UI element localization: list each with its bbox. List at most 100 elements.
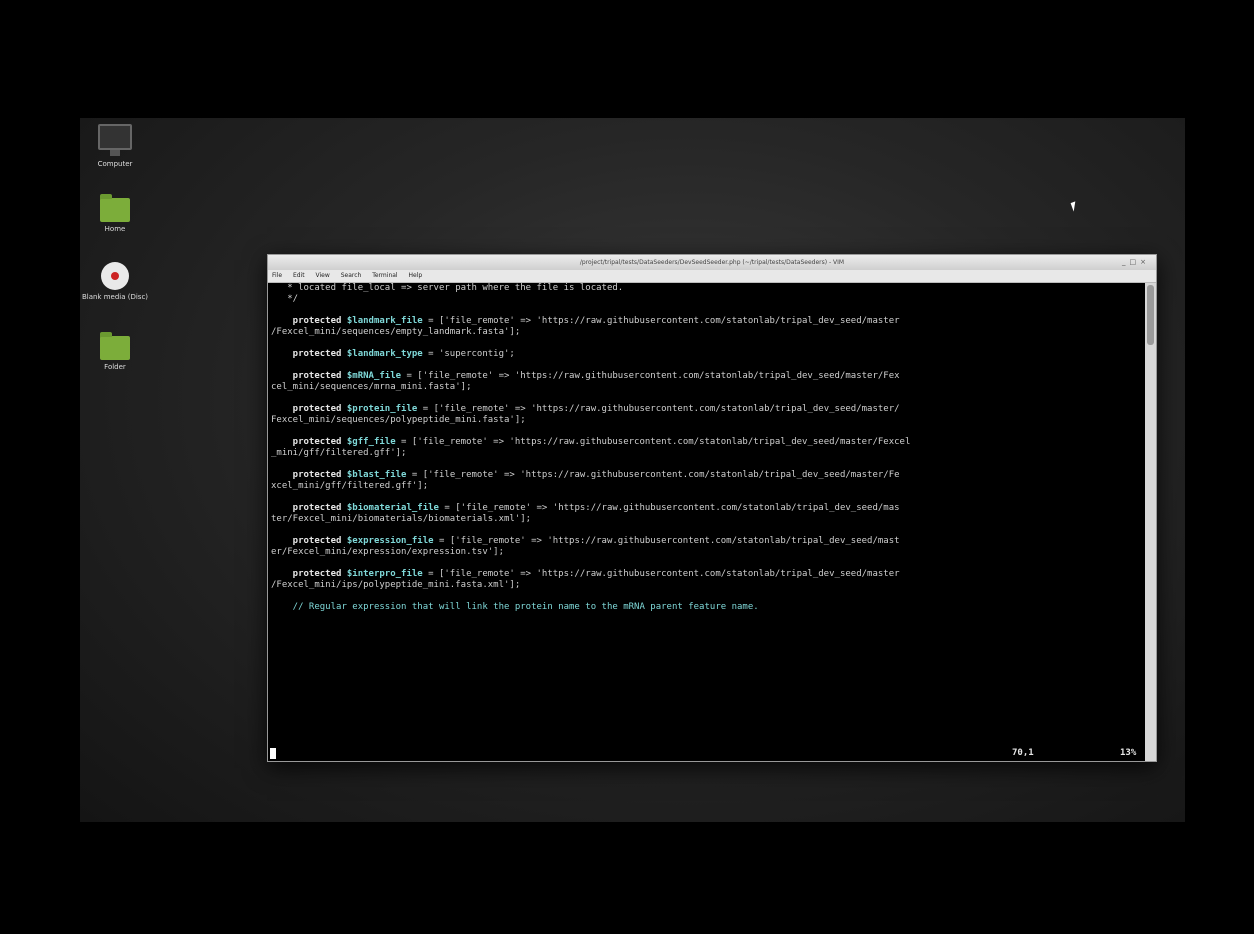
php-value: = ['file_remote' => 'https://raw.githubu… xyxy=(406,470,900,480)
code-comment: // Regular expression that will link the… xyxy=(271,602,759,612)
text-cursor xyxy=(270,748,276,759)
code-text: */ xyxy=(271,294,299,304)
code-text: xcel_mini/gff/filtered.gff']; xyxy=(271,481,429,491)
vim-status-line: 70,1 13% xyxy=(268,748,1144,759)
cursor-position: 70,1 xyxy=(1012,748,1034,758)
php-variable: $landmark_file xyxy=(346,316,423,326)
terminal-line: protected $gff_file = ['file_remote' => … xyxy=(271,437,1147,448)
php-keyword: protected xyxy=(271,437,347,447)
php-value: = ['file_remote' => 'https://raw.githubu… xyxy=(395,437,911,447)
desktop-icon-label: Folder xyxy=(104,363,126,371)
code-text: * located file_local => server path wher… xyxy=(271,283,624,293)
terminal-line: */ xyxy=(271,294,1147,305)
code-text: er/Fexcel_mini/expression/expression.tsv… xyxy=(271,547,504,557)
php-value: = 'supercontig'; xyxy=(422,349,515,359)
php-variable: $mRNA_file xyxy=(346,371,402,381)
menu-terminal[interactable]: Terminal xyxy=(372,272,397,279)
terminal-line: protected $expression_file = ['file_remo… xyxy=(271,536,1147,547)
php-keyword: protected xyxy=(271,569,347,579)
folder-icon xyxy=(100,194,130,222)
terminal-line: /Fexcel_mini/sequences/empty_landmark.fa… xyxy=(271,327,1147,338)
php-keyword: protected xyxy=(271,404,347,414)
menu-search[interactable]: Search xyxy=(341,272,362,279)
code-text: _mini/gff/filtered.gff']; xyxy=(271,448,407,458)
scrollbar[interactable] xyxy=(1145,283,1156,761)
terminal-line: protected $blast_file = ['file_remote' =… xyxy=(271,470,1147,481)
terminal-line: // Regular expression that will link the… xyxy=(271,602,1147,613)
php-keyword: protected xyxy=(271,536,347,546)
terminal-line: protected $landmark_type = 'supercontig'… xyxy=(271,349,1147,360)
terminal-line: * located file_local => server path wher… xyxy=(271,283,1147,294)
close-icon[interactable]: × xyxy=(1140,258,1150,266)
php-variable: $biomaterial_file xyxy=(346,503,439,513)
disc-icon xyxy=(101,262,129,290)
desktop-icon-folder[interactable]: Folder xyxy=(80,332,150,372)
desktop-icon-label: Blank media (Disc) xyxy=(81,293,149,301)
window-title: /project/tripal/tests/DataSeeders/DevSee… xyxy=(579,259,845,266)
terminal-line: protected $mRNA_file = ['file_remote' =>… xyxy=(271,371,1147,382)
code-text: ter/Fexcel_mini/biomaterials/biomaterial… xyxy=(271,514,532,524)
folder-icon xyxy=(100,332,130,360)
code-text: /Fexcel_mini/sequences/empty_landmark.fa… xyxy=(271,327,521,337)
php-value: = ['file_remote' => 'https://raw.githubu… xyxy=(422,316,900,326)
php-keyword: protected xyxy=(271,349,347,359)
desktop-icon-home[interactable]: Home xyxy=(80,194,150,234)
terminal-line: xcel_mini/gff/filtered.gff']; xyxy=(271,481,1147,492)
php-value: = ['file_remote' => 'https://raw.githubu… xyxy=(422,569,900,579)
terminal-line: /Fexcel_mini/ips/polypeptide_mini.fasta.… xyxy=(271,580,1147,591)
php-variable: $expression_file xyxy=(346,536,434,546)
php-variable: $protein_file xyxy=(346,404,418,414)
window-titlebar[interactable]: /project/tripal/tests/DataSeeders/DevSee… xyxy=(268,255,1156,270)
scrollbar-thumb[interactable] xyxy=(1147,285,1154,345)
maximize-icon[interactable]: □ xyxy=(1130,258,1141,266)
php-keyword: protected xyxy=(271,503,347,513)
code-text: /Fexcel_mini/ips/polypeptide_mini.fasta.… xyxy=(271,580,521,590)
terminal-line: ter/Fexcel_mini/biomaterials/biomaterial… xyxy=(271,514,1147,525)
php-value: = ['file_remote' => 'https://raw.githubu… xyxy=(433,536,900,546)
desktop-icon-label: Computer xyxy=(97,160,133,168)
terminal-line: protected $landmark_file = ['file_remote… xyxy=(271,316,1147,327)
menu-bar: File Edit View Search Terminal Help xyxy=(268,270,1156,283)
php-variable: $gff_file xyxy=(346,437,396,447)
php-variable: $landmark_type xyxy=(346,349,423,359)
menu-help[interactable]: Help xyxy=(409,272,423,279)
mouse-pointer-icon xyxy=(1070,201,1079,212)
menu-view[interactable]: View xyxy=(316,272,330,279)
terminal-text-area[interactable]: * located file_local => server path wher… xyxy=(268,283,1147,761)
terminal-line: protected $protein_file = ['file_remote'… xyxy=(271,404,1147,415)
desktop-icon-label: Home xyxy=(104,225,126,233)
php-value: = ['file_remote' => 'https://raw.githubu… xyxy=(438,503,900,513)
minimize-icon[interactable]: _ xyxy=(1122,258,1130,266)
php-keyword: protected xyxy=(271,470,347,480)
monitor-icon xyxy=(98,124,132,156)
window-controls: _□× xyxy=(1122,258,1150,267)
php-keyword: protected xyxy=(271,371,347,381)
terminal-line: cel_mini/sequences/mrna_mini.fasta']; xyxy=(271,382,1147,393)
terminal-window[interactable]: /project/tripal/tests/DataSeeders/DevSee… xyxy=(267,254,1157,762)
desktop-icon-disc[interactable]: Blank media (Disc) xyxy=(80,262,150,302)
php-variable: $blast_file xyxy=(346,470,407,480)
php-value: = ['file_remote' => 'https://raw.githubu… xyxy=(401,371,900,381)
terminal-line: er/Fexcel_mini/expression/expression.tsv… xyxy=(271,547,1147,558)
menu-edit[interactable]: Edit xyxy=(293,272,305,279)
menu-file[interactable]: File xyxy=(272,272,282,279)
terminal-line: Fexcel_mini/sequences/polypeptide_mini.f… xyxy=(271,415,1147,426)
code-text: Fexcel_mini/sequences/polypeptide_mini.f… xyxy=(271,415,526,425)
php-variable: $interpro_file xyxy=(346,569,423,579)
scroll-percent: 13% xyxy=(1120,748,1137,758)
terminal-line: protected $interpro_file = ['file_remote… xyxy=(271,569,1147,580)
php-keyword: protected xyxy=(271,316,347,326)
terminal-line: _mini/gff/filtered.gff']; xyxy=(271,448,1147,459)
desktop-icon-computer[interactable]: Computer xyxy=(80,124,150,169)
php-value: = ['file_remote' => 'https://raw.githubu… xyxy=(417,404,900,414)
